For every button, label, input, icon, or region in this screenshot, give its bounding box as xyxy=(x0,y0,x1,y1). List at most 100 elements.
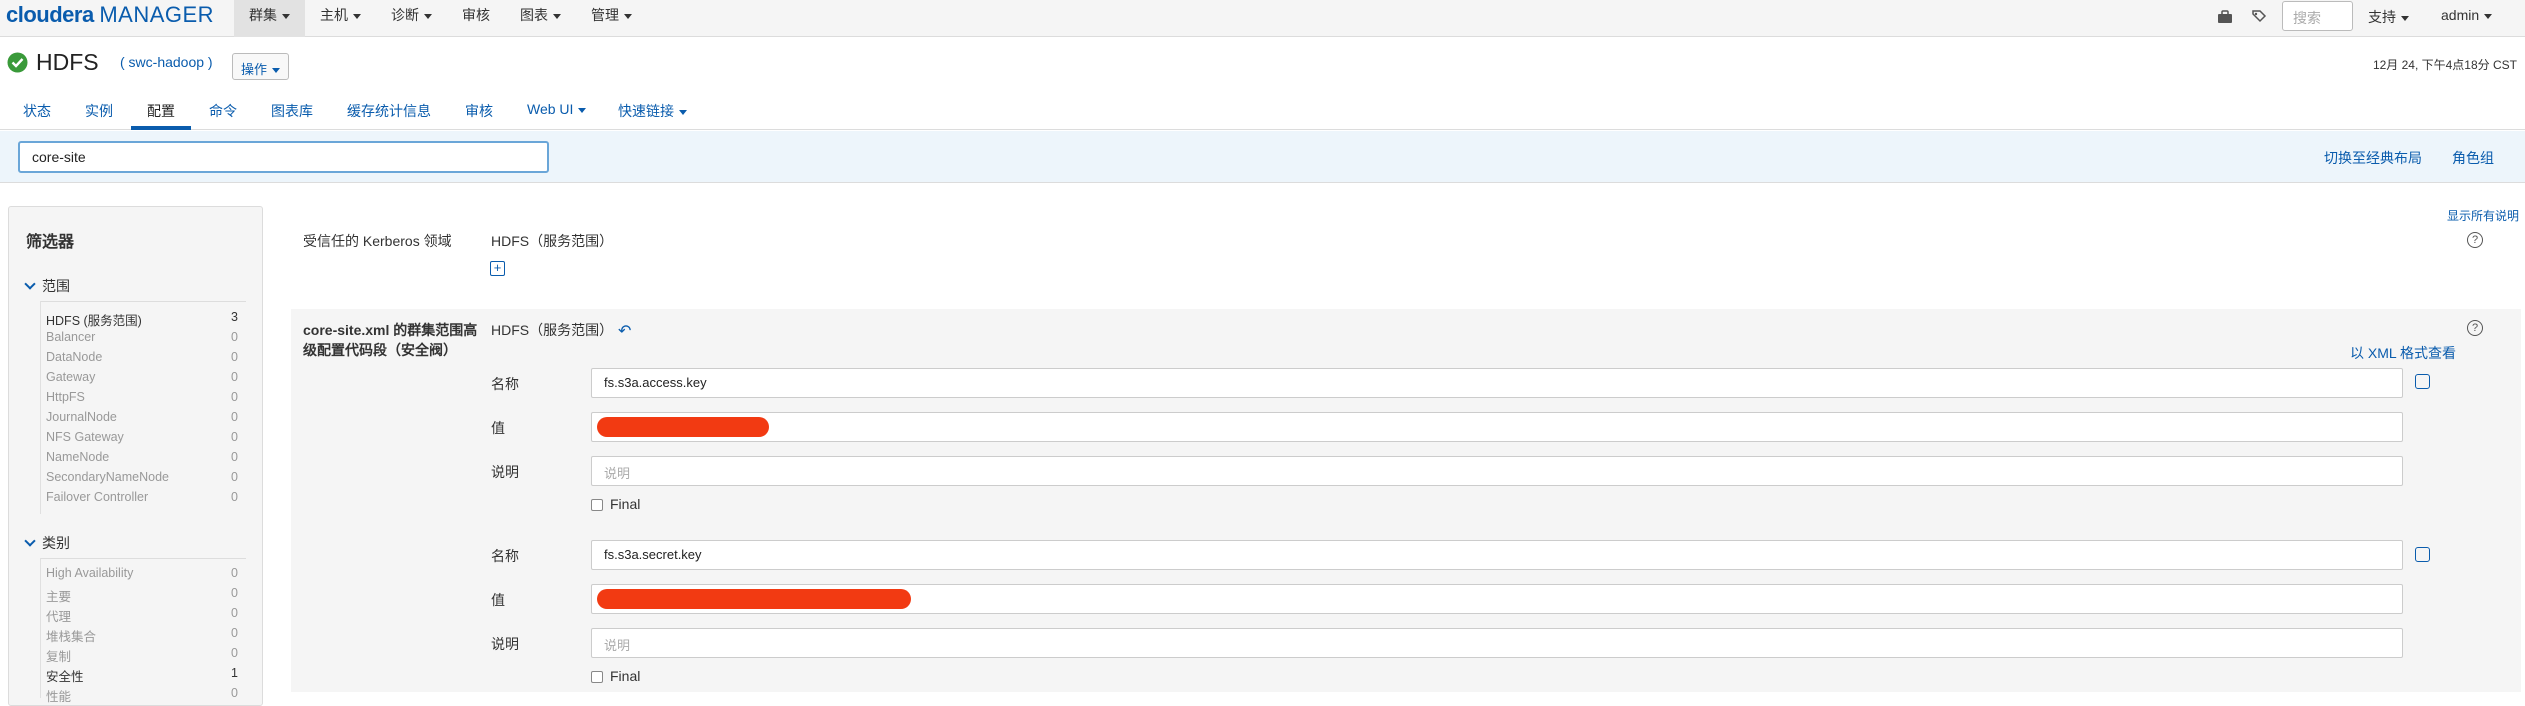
redacted-value xyxy=(597,589,911,609)
tab-cache-statistics[interactable]: 缓存统计信息 xyxy=(347,101,431,121)
menu-audits[interactable]: 审核 xyxy=(447,0,505,37)
scope-item-balancer[interactable]: Balancer 0 xyxy=(46,330,238,344)
final-checkbox[interactable] xyxy=(591,671,603,683)
divider xyxy=(40,558,41,698)
entry-value-label: 值 xyxy=(491,420,505,436)
tab-status[interactable]: 状态 xyxy=(23,101,51,121)
show-all-descriptions-link[interactable]: 显示所有说明 xyxy=(2447,207,2519,224)
entry-value-input[interactable] xyxy=(591,412,2403,442)
scope-item-datanode[interactable]: DataNode 0 xyxy=(46,350,238,364)
chevron-down-icon xyxy=(424,13,432,19)
scope-item-failover-controller[interactable]: Failover Controller 0 xyxy=(46,490,238,504)
entry-description-input[interactable]: 说明 xyxy=(591,628,2403,658)
category-item-proxy[interactable]: 代理 0 xyxy=(46,606,238,625)
menu-hosts[interactable]: 主机 xyxy=(305,0,376,37)
remove-entry-icon[interactable] xyxy=(2415,374,2430,389)
scope-item-journalnode[interactable]: JournalNode 0 xyxy=(46,410,238,424)
menu-administration-label: 管理 xyxy=(591,7,619,23)
menu-clusters[interactable]: 群集 xyxy=(234,0,305,37)
chevron-down-icon xyxy=(2401,15,2409,21)
category-item-replication[interactable]: 复制 0 xyxy=(46,646,238,665)
view-as-xml-link[interactable]: 以 XML 格式查看 xyxy=(2350,343,2456,363)
scope-item-count: 3 xyxy=(231,310,238,324)
category-item-stack-collection[interactable]: 堆栈集合 0 xyxy=(46,626,238,645)
top-nav: cloudera MANAGER 群集 主机 诊断 审核 图表 管理 搜索 支持… xyxy=(0,0,2525,37)
tab-commands[interactable]: 命令 xyxy=(209,101,237,121)
config-search-input[interactable]: core-site xyxy=(18,141,549,173)
scope-item-namenode[interactable]: NameNode 0 xyxy=(46,450,238,464)
cluster-link[interactable]: ( swc-hadoop ) xyxy=(120,54,213,70)
logo-brand: cloudera xyxy=(6,2,94,27)
menu-administration[interactable]: 管理 xyxy=(576,0,647,37)
service-name: HDFS xyxy=(36,49,99,75)
chevron-down-icon xyxy=(624,13,632,19)
menu-diagnostics-label: 诊断 xyxy=(391,7,419,23)
tab-configuration[interactable]: 配置 xyxy=(147,101,175,121)
scope-item-nfs-gateway[interactable]: NFS Gateway 0 xyxy=(46,430,238,444)
category-item-performance[interactable]: 性能 0 xyxy=(46,686,238,705)
help-icon[interactable]: ? xyxy=(2467,320,2483,336)
category-item-count: 1 xyxy=(231,666,238,680)
scope-item-label: JournalNode xyxy=(46,410,117,424)
tag-icon[interactable] xyxy=(2251,9,2267,25)
scope-item-hdfs[interactable]: HDFS (服务范围) 3 xyxy=(46,310,238,329)
property-label-core-site-line1: core-site.xml 的群集范围高 xyxy=(303,322,478,338)
menu-diagnostics[interactable]: 诊断 xyxy=(376,0,447,37)
tab-audits[interactable]: 审核 xyxy=(465,101,493,121)
scope-item-count: 0 xyxy=(231,350,238,364)
category-item-high-availability[interactable]: High Availability 0 xyxy=(46,566,238,580)
tab-web-ui[interactable]: Web UI xyxy=(527,101,587,117)
scope-item-count: 0 xyxy=(231,490,238,504)
support-menu[interactable]: 支持 xyxy=(2368,7,2409,27)
chevron-down-icon xyxy=(24,278,36,290)
entry-name-input[interactable]: fs.s3a.secret.key xyxy=(591,540,2403,570)
scope-item-label: Failover Controller xyxy=(46,490,149,504)
divider xyxy=(40,301,41,514)
scope-item-gateway[interactable]: Gateway 0 xyxy=(46,370,238,384)
scope-item-label: NameNode xyxy=(46,450,110,464)
menu-clusters-label: 群集 xyxy=(249,7,277,23)
entry-description-label: 说明 xyxy=(491,636,519,652)
category-section-toggle[interactable]: 类别 xyxy=(24,533,70,553)
briefcase-icon[interactable] xyxy=(2217,9,2233,25)
scope-item-label: HttpFS xyxy=(46,390,85,404)
scope-item-httpfs[interactable]: HttpFS 0 xyxy=(46,390,238,404)
current-datetime: 12月 24, 下午4点18分 CST xyxy=(2372,58,2517,72)
entry-name-label: 名称 xyxy=(491,548,519,564)
tab-quick-links[interactable]: 快速链接 xyxy=(618,101,687,121)
category-item-security[interactable]: 安全性 1 xyxy=(46,666,238,685)
category-item-label: 主要 xyxy=(46,590,72,604)
entry-description-label: 说明 xyxy=(491,464,519,480)
actions-button[interactable]: 操作 xyxy=(232,53,289,80)
switch-classic-layout-link[interactable]: 切换至经典布局 xyxy=(2324,148,2422,168)
final-checkbox[interactable] xyxy=(591,499,603,511)
scope-item-label: SecondaryNameNode xyxy=(46,470,169,484)
plus-icon[interactable]: + xyxy=(490,261,505,276)
chevron-down-icon xyxy=(679,109,687,115)
role-groups-link[interactable]: 角色组 xyxy=(2452,148,2494,168)
main-menu: 群集 主机 诊断 审核 图表 管理 xyxy=(234,0,647,37)
property-scope: HDFS（服务范围） xyxy=(491,233,614,249)
property-label-core-site-line2: 级配置代码段（安全阀） xyxy=(303,342,457,358)
scope-section-toggle[interactable]: 范围 xyxy=(24,276,70,296)
category-item-label: 复制 xyxy=(46,650,72,664)
tab-charts-library[interactable]: 图表库 xyxy=(271,101,313,121)
undo-icon[interactable]: ↶ xyxy=(618,321,631,341)
entry-name-input[interactable]: fs.s3a.access.key xyxy=(591,368,2403,398)
entry-description-input[interactable]: 说明 xyxy=(591,456,2403,486)
category-item-count: 0 xyxy=(231,586,238,600)
category-item-main[interactable]: 主要 0 xyxy=(46,586,238,605)
cloudera-manager-logo[interactable]: cloudera MANAGER xyxy=(6,2,214,28)
help-icon[interactable]: ? xyxy=(2467,232,2483,248)
scope-item-secondarynamenode[interactable]: SecondaryNameNode 0 xyxy=(46,470,238,484)
global-search-input[interactable]: 搜索 xyxy=(2282,1,2353,31)
category-heading: 类别 xyxy=(42,535,70,551)
service-tabs: 状态 实例 配置 命令 图表库 缓存统计信息 审核 Web UI 快速链接 xyxy=(0,91,2525,130)
category-item-count: 0 xyxy=(231,686,238,700)
scope-item-count: 0 xyxy=(231,470,238,484)
menu-charts[interactable]: 图表 xyxy=(505,0,576,37)
tab-instances[interactable]: 实例 xyxy=(85,101,113,121)
chevron-down-icon xyxy=(353,13,361,19)
user-menu[interactable]: admin xyxy=(2441,7,2493,23)
remove-entry-icon[interactable] xyxy=(2415,547,2430,562)
